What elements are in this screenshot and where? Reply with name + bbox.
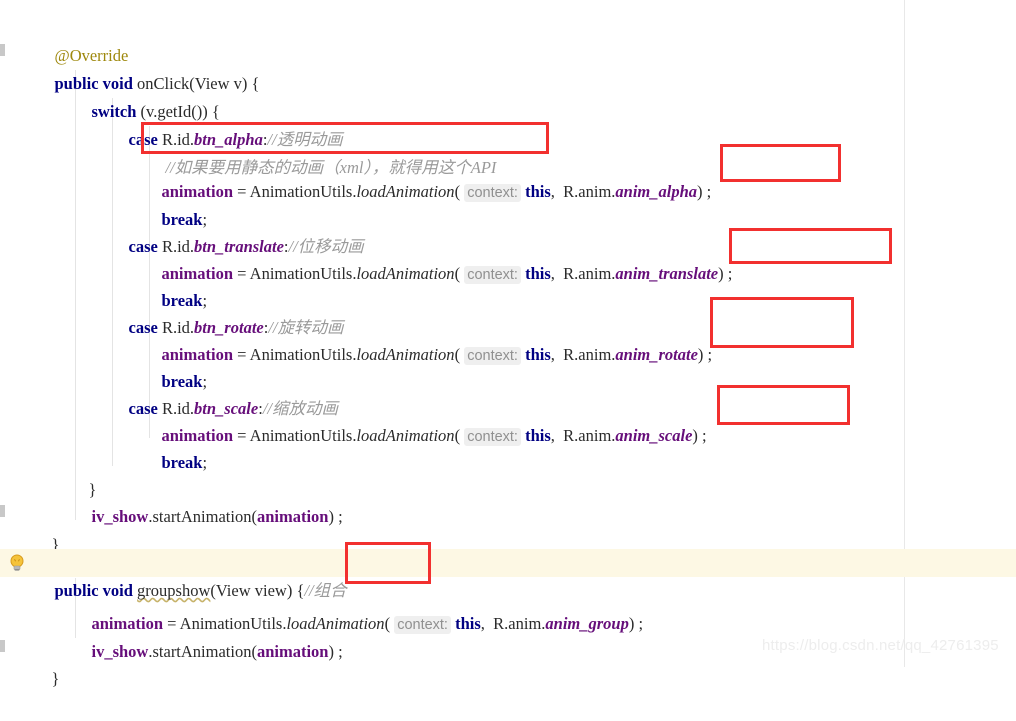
code-line-onclick-signature[interactable]: public void onClick(View v) { (0, 42, 1016, 93)
code-line-break-scale[interactable]: break; (0, 421, 1016, 472)
code-editor[interactable]: @Override public void onClick(View v) { … (0, 0, 1016, 688)
code-line-load-translate[interactable]: animation = AnimationUtils.loadAnimation… (0, 232, 1016, 284)
code-line-override[interactable]: @Override (0, 14, 1016, 65)
code-line-case-translate[interactable]: case R.id.btn_translate://位移动画 (0, 205, 1016, 256)
code-line-startanimation-2[interactable]: iv_show.startAnimation(animation) ; (0, 610, 1016, 661)
code-line-load-scale[interactable]: animation = AnimationUtils.loadAnimation… (0, 394, 1016, 446)
brace-close-groupshow: } (51, 669, 60, 688)
watermark-url: https://blog.csdn.net/qq_42761395 (762, 637, 999, 654)
code-line-load-group[interactable]: animation = AnimationUtils.loadAnimation… (0, 582, 1016, 634)
lightbulb-icon[interactable] (9, 554, 25, 572)
code-line-break-alpha[interactable]: break; (0, 178, 1016, 229)
code-line-case-alpha[interactable]: case R.id.btn_alpha://透明动画 (0, 98, 1016, 149)
code-line-switch-close[interactable]: } (0, 448, 1016, 499)
code-line-break-rotate[interactable]: break; (0, 340, 1016, 391)
code-line-case-rotate[interactable]: case R.id.btn_rotate://旋转动画 (0, 286, 1016, 337)
code-line-load-alpha[interactable]: animation = AnimationUtils.loadAnimation… (0, 150, 1016, 202)
code-line-startanimation-1[interactable]: iv_show.startAnimation(animation) ; (0, 475, 1016, 526)
code-line-switch[interactable]: switch (v.getId()) { (0, 70, 1016, 121)
code-line-load-rotate[interactable]: animation = AnimationUtils.loadAnimation… (0, 313, 1016, 365)
code-line-break-translate[interactable]: break; (0, 259, 1016, 310)
code-line-onclick-close[interactable]: } (0, 503, 1016, 554)
code-line-case-scale[interactable]: case R.id.btn_scale://缩放动画 (0, 367, 1016, 418)
code-line-groupshow-signature[interactable]: public void groupshow(View view) {//组合 (0, 549, 1016, 600)
